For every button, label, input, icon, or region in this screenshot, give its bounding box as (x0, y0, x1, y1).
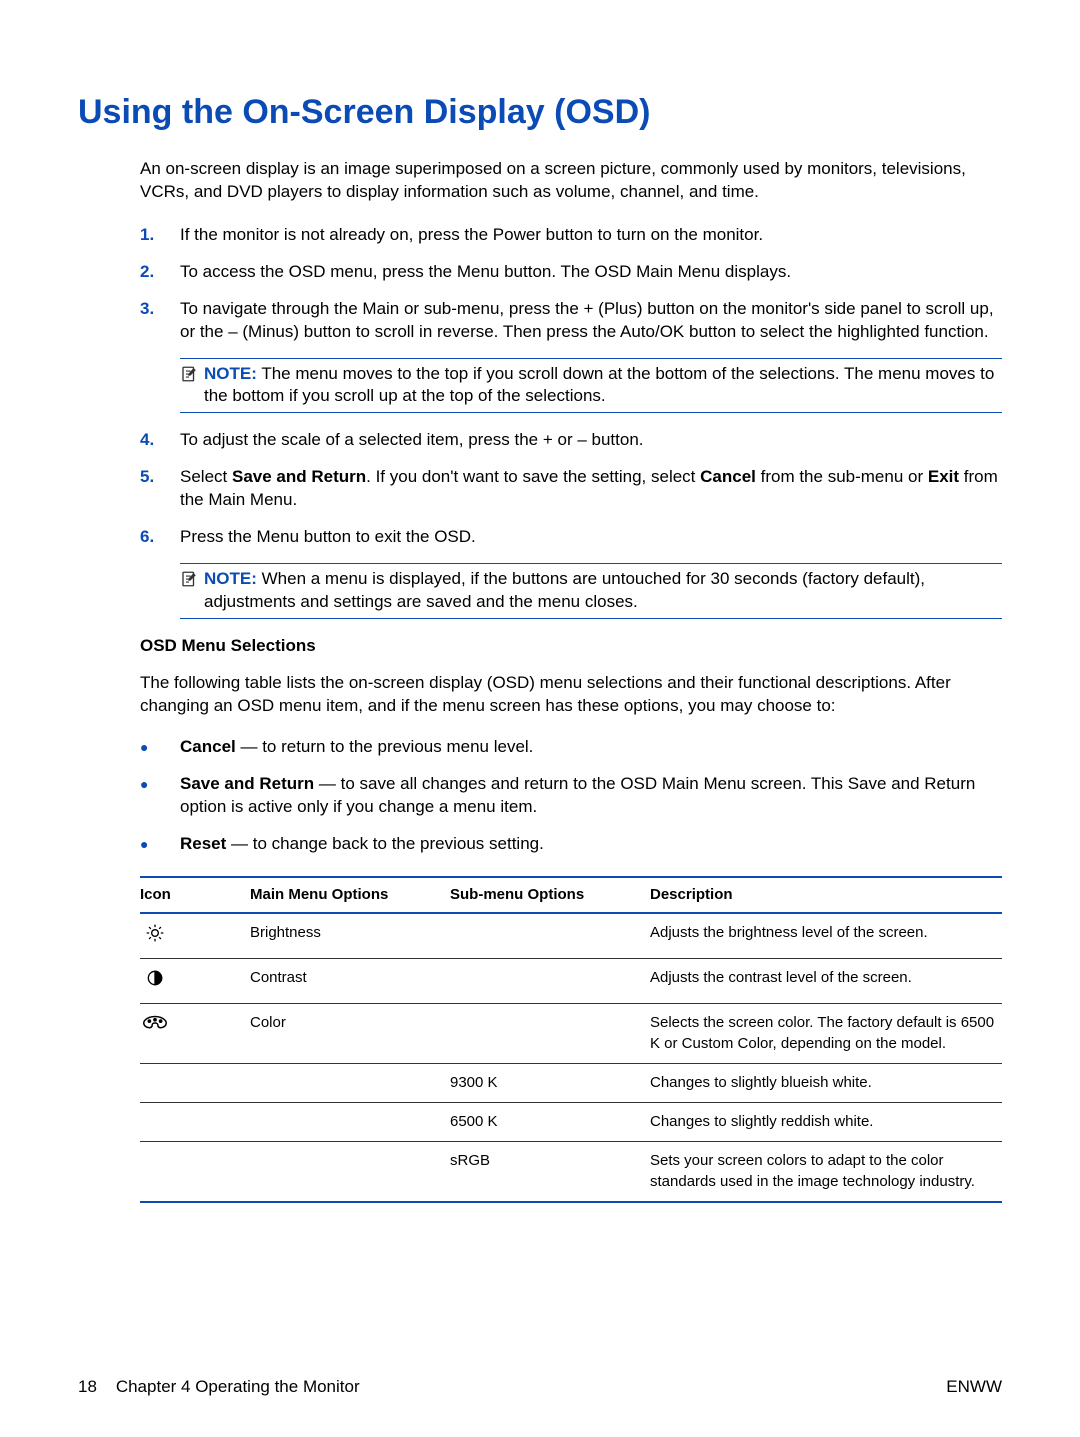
page-number: 18 (78, 1377, 97, 1396)
step-number: 3. (140, 298, 180, 344)
col-header-icon: Icon (140, 877, 250, 913)
step-text: To access the OSD menu, press the Menu b… (180, 261, 1002, 284)
note-label: NOTE: (204, 364, 257, 383)
cell-icon (140, 1063, 250, 1102)
note-label: NOTE: (204, 569, 257, 588)
table-header-row: Icon Main Menu Options Sub-menu Options … (140, 877, 1002, 913)
bullet-list: ● Cancel — to return to the previous men… (140, 736, 1002, 856)
step-text: To navigate through the Main or sub-menu… (180, 298, 1002, 344)
cell-desc: Changes to slightly reddish white. (650, 1103, 1002, 1142)
step-3: 3. To navigate through the Main or sub-m… (140, 298, 1002, 344)
document-page: Using the On-Screen Display (OSD) An on-… (0, 0, 1080, 1203)
footer-left: 18 Chapter 4 Operating the Monitor (78, 1376, 360, 1399)
cell-desc: Selects the screen color. The factory de… (650, 1004, 1002, 1064)
step-text: If the monitor is not already on, press … (180, 224, 1002, 247)
intro-paragraph: An on-screen display is an image superim… (140, 158, 1002, 204)
step-text: To adjust the scale of a selected item, … (180, 429, 1002, 452)
step-text: Select Save and Return. If you don't wan… (180, 466, 1002, 512)
step-5: 5. Select Save and Return. If you don't … (140, 466, 1002, 512)
bullet-reset: ● Reset — to change back to the previous… (140, 833, 1002, 856)
note-content: NOTE: The menu moves to the top if you s… (204, 363, 1002, 409)
cell-desc: Sets your screen colors to adapt to the … (650, 1142, 1002, 1202)
bullet-text: Cancel — to return to the previous menu … (180, 736, 1002, 759)
paragraph: The following table lists the on-screen … (140, 672, 1002, 718)
cell-icon (140, 1142, 250, 1202)
cell-main: Color (250, 1004, 450, 1064)
page-footer: 18 Chapter 4 Operating the Monitor ENWW (78, 1376, 1002, 1399)
col-header-main: Main Menu Options (250, 877, 450, 913)
cell-main (250, 1063, 450, 1102)
contrast-icon (140, 959, 250, 1004)
step-number: 5. (140, 466, 180, 512)
step-2: 2. To access the OSD menu, press the Men… (140, 261, 1002, 284)
table-row: Contrast Adjusts the contrast level of t… (140, 959, 1002, 1004)
cell-main (250, 1142, 450, 1202)
bullet-text: Save and Return — to save all changes an… (180, 773, 1002, 819)
bullet-save: ● Save and Return — to save all changes … (140, 773, 1002, 819)
brightness-icon (140, 913, 250, 959)
note-content: NOTE: When a menu is displayed, if the b… (204, 568, 1002, 614)
note-box-1: NOTE: The menu moves to the top if you s… (180, 358, 1002, 414)
step-number: 6. (140, 526, 180, 549)
cell-sub (450, 959, 650, 1004)
step-number: 4. (140, 429, 180, 452)
note-text: The menu moves to the top if you scroll … (204, 364, 994, 406)
cell-sub: 6500 K (450, 1103, 650, 1142)
bullet-text: Reset — to change back to the previous s… (180, 833, 1002, 856)
cell-main: Brightness (250, 913, 450, 959)
step-4: 4. To adjust the scale of a selected ite… (140, 429, 1002, 452)
step-number: 1. (140, 224, 180, 247)
note-icon (180, 363, 204, 409)
step-6: 6. Press the Menu button to exit the OSD… (140, 526, 1002, 549)
note-icon (180, 568, 204, 614)
body-content: An on-screen display is an image superim… (140, 158, 1002, 1203)
cell-main: Contrast (250, 959, 450, 1004)
numbered-steps: 1. If the monitor is not already on, pre… (140, 224, 1002, 344)
table-row: sRGB Sets your screen colors to adapt to… (140, 1142, 1002, 1202)
bullet-cancel: ● Cancel — to return to the previous men… (140, 736, 1002, 759)
cell-main (250, 1103, 450, 1142)
numbered-steps-cont: 4. To adjust the scale of a selected ite… (140, 429, 1002, 549)
cell-sub: sRGB (450, 1142, 650, 1202)
cell-icon (140, 1103, 250, 1142)
chapter-label: Chapter 4 Operating the Monitor (116, 1377, 360, 1396)
table-row: 9300 K Changes to slightly blueish white… (140, 1063, 1002, 1102)
subheading: OSD Menu Selections (140, 635, 1002, 658)
bullet-icon: ● (140, 833, 180, 856)
cell-desc: Changes to slightly blueish white. (650, 1063, 1002, 1102)
color-icon (140, 1004, 250, 1064)
col-header-desc: Description (650, 877, 1002, 913)
step-1: 1. If the monitor is not already on, pre… (140, 224, 1002, 247)
page-heading: Using the On-Screen Display (OSD) (78, 90, 1002, 136)
table-row: 6500 K Changes to slightly reddish white… (140, 1103, 1002, 1142)
step-text: Press the Menu button to exit the OSD. (180, 526, 1002, 549)
footer-right: ENWW (946, 1376, 1002, 1399)
cell-desc: Adjusts the brightness level of the scre… (650, 913, 1002, 959)
bullet-icon: ● (140, 773, 180, 819)
step-number: 2. (140, 261, 180, 284)
note-text: When a menu is displayed, if the buttons… (204, 569, 925, 611)
cell-sub: 9300 K (450, 1063, 650, 1102)
bullet-icon: ● (140, 736, 180, 759)
note-box-2: NOTE: When a menu is displayed, if the b… (180, 563, 1002, 619)
col-header-sub: Sub-menu Options (450, 877, 650, 913)
cell-desc: Adjusts the contrast level of the screen… (650, 959, 1002, 1004)
osd-menu-table: Icon Main Menu Options Sub-menu Options … (140, 876, 1002, 1203)
cell-sub (450, 1004, 650, 1064)
cell-sub (450, 913, 650, 959)
table-row: Color Selects the screen color. The fact… (140, 1004, 1002, 1064)
table-row: Brightness Adjusts the brightness level … (140, 913, 1002, 959)
